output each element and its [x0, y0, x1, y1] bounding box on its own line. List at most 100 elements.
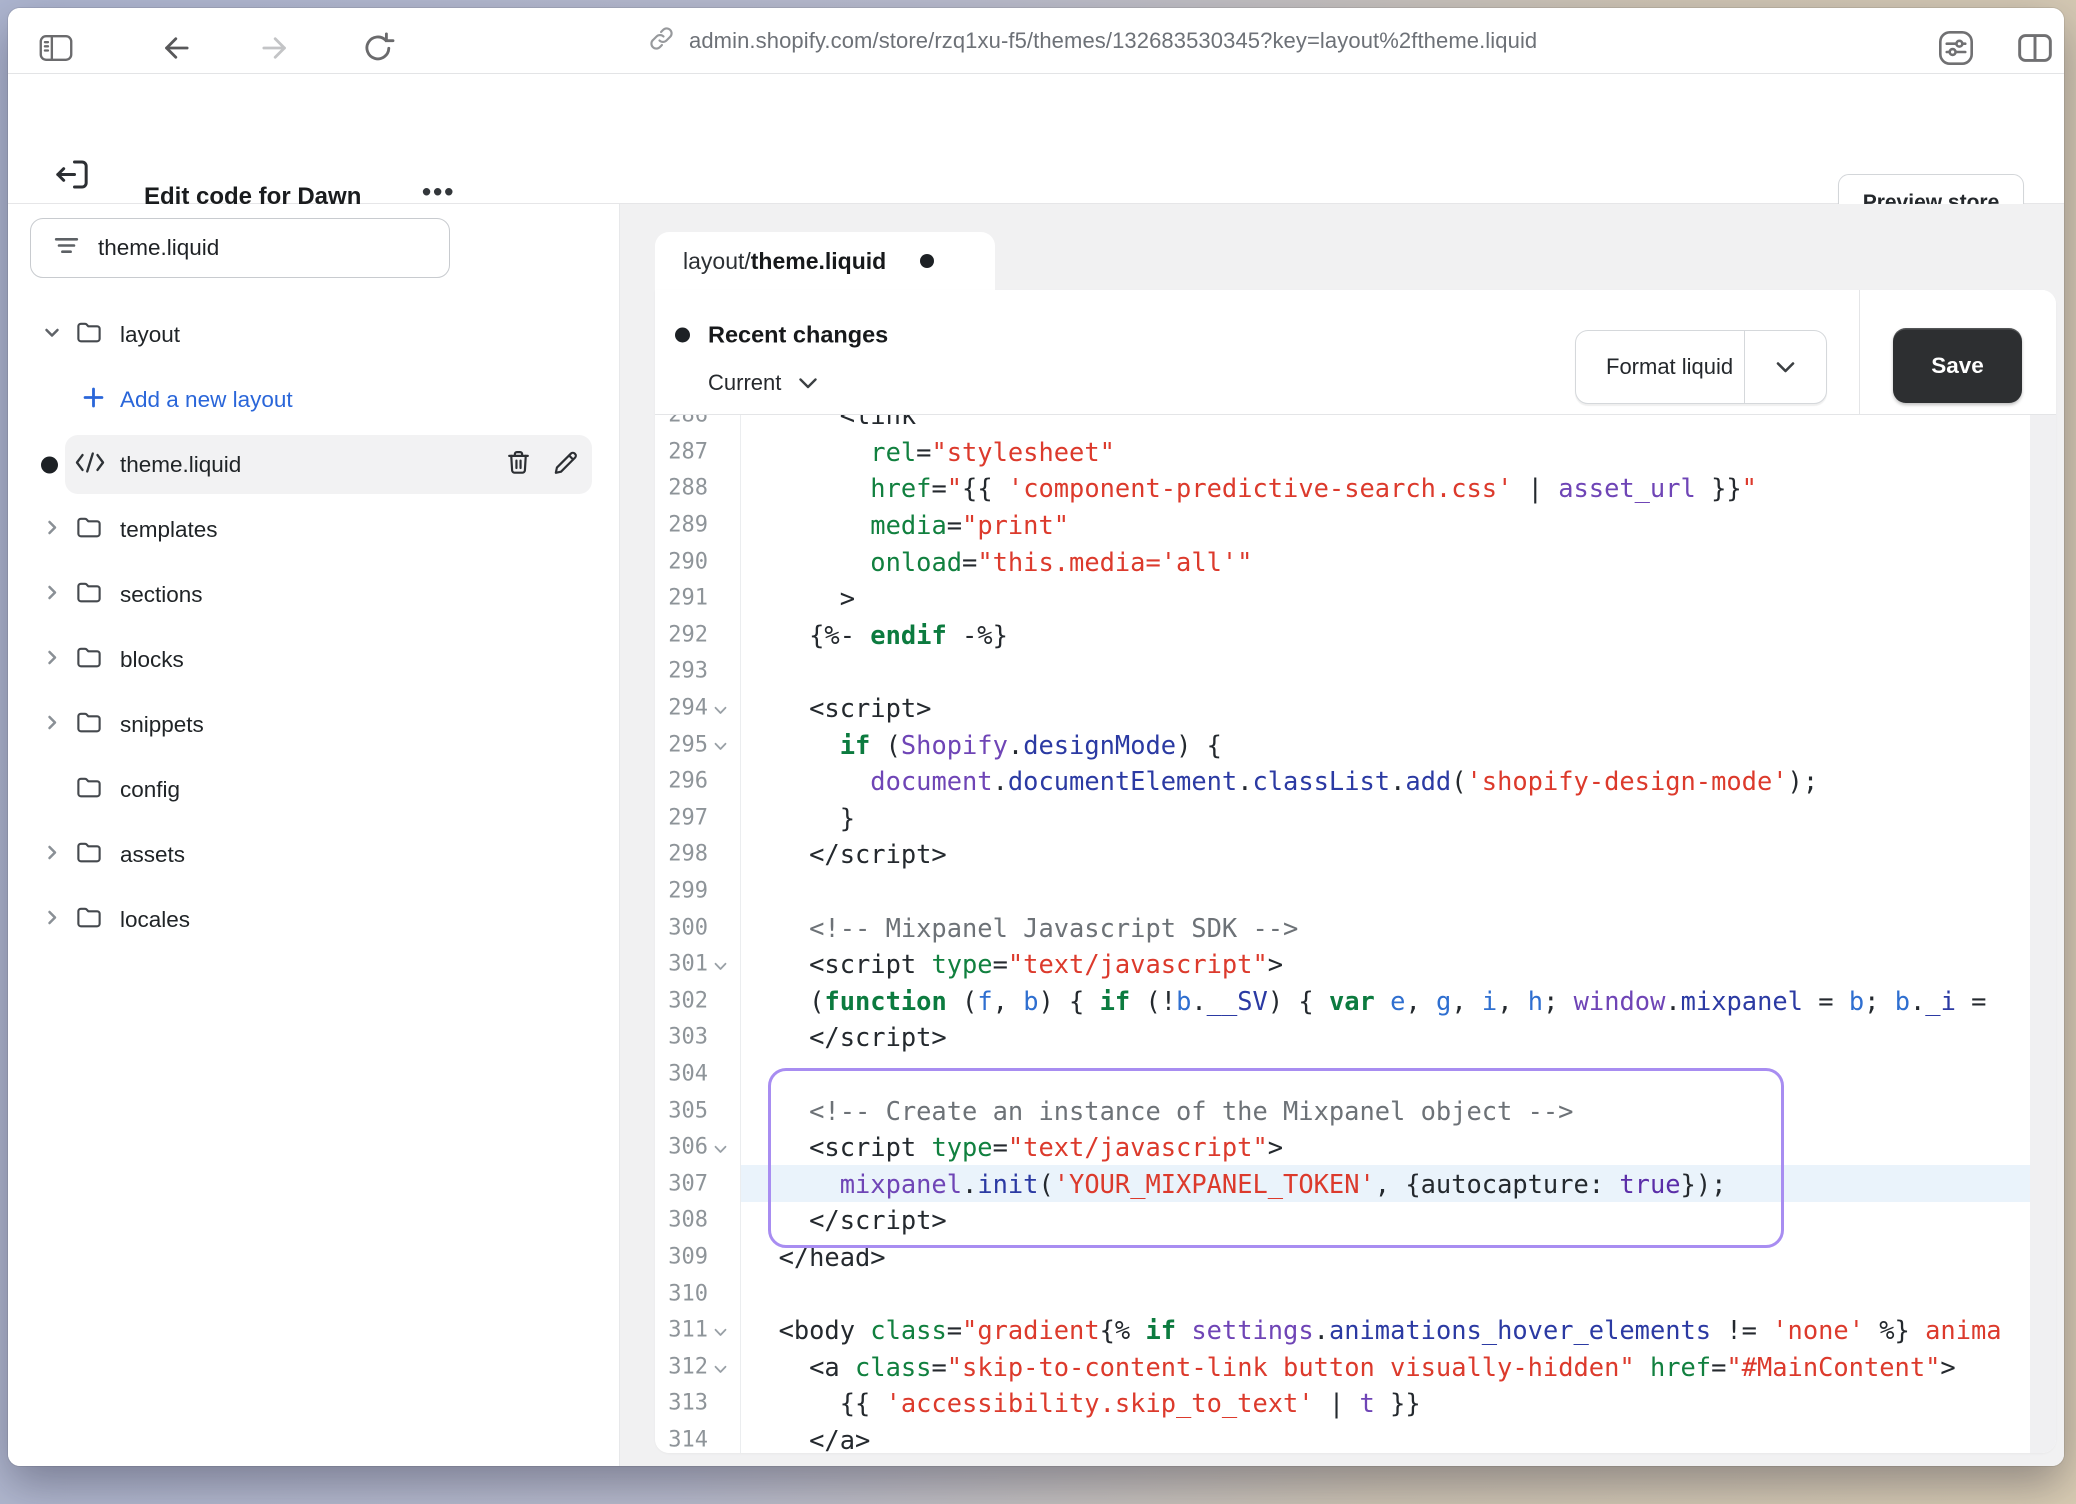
fold-toggle-icon[interactable] [713, 957, 728, 976]
code-line-313[interactable]: 313 {{ 'accessibility.skip_to_text' | t … [655, 1385, 2056, 1422]
delete-button[interactable] [504, 448, 533, 482]
file-tree: layout Add a new layout theme.liquid templa… [8, 302, 620, 952]
code-line-286[interactable]: 286 <link [655, 415, 2056, 434]
item-label: theme.liquid [120, 452, 241, 478]
sidebar-item-layout[interactable]: layout [8, 302, 620, 367]
add-new-layout-link[interactable]: Add a new layout [8, 367, 620, 432]
code-line-294[interactable]: 294 <script> [655, 690, 2056, 727]
address-bar[interactable]: admin.shopify.com/store/rzq1xu-f5/themes… [648, 8, 1537, 74]
code-line-307[interactable]: 307 mixpanel.init('YOUR_MIXPANEL_TOKEN',… [655, 1165, 2056, 1202]
line-number: 297 [655, 805, 708, 830]
rename-button[interactable] [551, 448, 580, 482]
sidebar-item-blocks[interactable]: blocks [8, 627, 620, 692]
fold-toggle-icon[interactable] [713, 737, 728, 756]
line-number: 286 [655, 415, 708, 428]
sidebar-item-assets[interactable]: assets [8, 822, 620, 887]
code-line-309[interactable]: 309 </head> [655, 1239, 2056, 1276]
chevron-right-icon [42, 647, 62, 667]
code-line-296[interactable]: 296 document.documentElement.classList.a… [655, 763, 2056, 800]
code-text: <script type="text/javascript"> [748, 949, 1283, 979]
code-line-300[interactable]: 300 <!-- Mixpanel Javascript SDK --> [655, 909, 2056, 946]
chevron-right-icon [42, 712, 62, 732]
code-line-306[interactable]: 306 <script type="text/javascript"> [655, 1129, 2056, 1166]
code-line-314[interactable]: 314 </a> [655, 1422, 2056, 1453]
code-line-304[interactable]: 304 [655, 1056, 2056, 1093]
code-text: <body class="gradient{% if settings.anim… [748, 1315, 2002, 1345]
fold-toggle-icon[interactable] [713, 700, 728, 719]
sidebar-item-sections[interactable]: sections [8, 562, 620, 627]
code-line-291[interactable]: 291 > [655, 580, 2056, 617]
code-text: <a class="skip-to-content-link button vi… [748, 1352, 1956, 1382]
code-line-290[interactable]: 290 onload="this.media='all'" [655, 543, 2056, 580]
fold-toggle-icon[interactable] [713, 1140, 728, 1159]
code-line-305[interactable]: 305 <!-- Create an instance of the Mixpa… [655, 1092, 2056, 1129]
code-line-299[interactable]: 299 [655, 873, 2056, 910]
code-line-312[interactable]: 312 <a class="skip-to-content-link butto… [655, 1348, 2056, 1385]
editor-content: layout/theme.liquid Recent changes Curre… [620, 204, 2064, 1466]
editor-card: Recent changes Current Format liquid Sav… [655, 290, 2056, 1453]
browser-toolbar: admin.shopify.com/store/rzq1xu-f5/themes… [8, 8, 2064, 74]
format-options-toggle[interactable] [1745, 361, 1826, 374]
code-line-308[interactable]: 308 </script> [655, 1202, 2056, 1239]
line-number: 290 [655, 549, 708, 574]
code-line-301[interactable]: 301 <script type="text/javascript"> [655, 946, 2056, 983]
reload-icon[interactable] [360, 30, 396, 66]
fold-toggle-icon[interactable] [713, 1359, 728, 1378]
code-text: media="print" [748, 510, 1069, 540]
line-number: 301 [655, 952, 708, 977]
browser-window: admin.shopify.com/store/rzq1xu-f5/themes… [8, 8, 2064, 1466]
code-line-297[interactable]: 297 } [655, 800, 2056, 837]
sidebar-item-theme-liquid[interactable]: theme.liquid [8, 432, 620, 497]
sidebar-item-snippets[interactable]: snippets [8, 692, 620, 757]
folder-icon [74, 707, 104, 737]
code-text: {%- endif -%} [748, 620, 1008, 650]
code-text: </a> [748, 1425, 870, 1453]
line-number: 305 [655, 1098, 708, 1123]
code-file-icon [74, 450, 106, 474]
gutter-divider [740, 415, 741, 1453]
item-label: sections [120, 582, 203, 608]
code-line-292[interactable]: 292 {%- endif -%} [655, 617, 2056, 654]
file-filter-input[interactable] [98, 235, 398, 261]
changes-dot [675, 328, 690, 343]
sidebar-item-locales[interactable]: locales [8, 887, 620, 952]
sidebar-item-config[interactable]: config [8, 757, 620, 822]
line-number: 298 [655, 842, 708, 867]
more-menu-button[interactable]: ••• [422, 177, 455, 208]
save-button[interactable]: Save [1893, 328, 2022, 403]
sidebar-item-templates[interactable]: templates [8, 497, 620, 562]
code-text: rel="stylesheet" [748, 437, 1115, 467]
format-liquid-button[interactable]: Format liquid [1575, 330, 1827, 404]
forward-icon[interactable] [256, 31, 293, 65]
chevron-right-icon [42, 517, 62, 537]
code-line-310[interactable]: 310 [655, 1275, 2056, 1312]
code-line-295[interactable]: 295 if (Shopify.designMode) { [655, 726, 2056, 763]
code-line-303[interactable]: 303 </script> [655, 1019, 2056, 1056]
scrollbar-track[interactable] [2030, 415, 2056, 1453]
code-line-302[interactable]: 302 (function (f, b) { if (!b.__SV) { va… [655, 983, 2056, 1020]
version-dropdown[interactable]: Current [708, 370, 818, 396]
plus-icon [80, 384, 107, 411]
line-number: 287 [655, 439, 708, 464]
code-line-311[interactable]: 311 <body class="gradient{% if settings.… [655, 1312, 2056, 1349]
fold-toggle-icon[interactable] [713, 1322, 728, 1341]
code-line-289[interactable]: 289 media="print" [655, 507, 2056, 544]
code-line-298[interactable]: 298 </script> [655, 836, 2056, 873]
code-editor[interactable]: 286 <link287 rel="stylesheet"288 href="{… [655, 415, 2056, 1453]
back-icon[interactable] [158, 31, 195, 65]
split-view-icon[interactable] [2016, 32, 2054, 65]
code-line-287[interactable]: 287 rel="stylesheet" [655, 434, 2056, 471]
file-filter-box[interactable] [30, 218, 450, 278]
line-number: 299 [655, 879, 708, 904]
sidebar-toggle-icon[interactable] [38, 33, 74, 64]
tab-theme-liquid[interactable]: layout/theme.liquid [655, 232, 995, 290]
code-line-293[interactable]: 293 [655, 653, 2056, 690]
line-number: 308 [655, 1208, 708, 1233]
code-text: document.documentElement.classList.add('… [748, 766, 1818, 796]
exit-editor-icon[interactable] [52, 155, 92, 200]
code-text: <script> [748, 693, 931, 723]
code-text: if (Shopify.designMode) { [748, 730, 1222, 760]
item-label: layout [120, 322, 180, 348]
page-settings-icon[interactable] [1936, 28, 1976, 68]
code-line-288[interactable]: 288 href="{{ 'component-predictive-searc… [655, 470, 2056, 507]
